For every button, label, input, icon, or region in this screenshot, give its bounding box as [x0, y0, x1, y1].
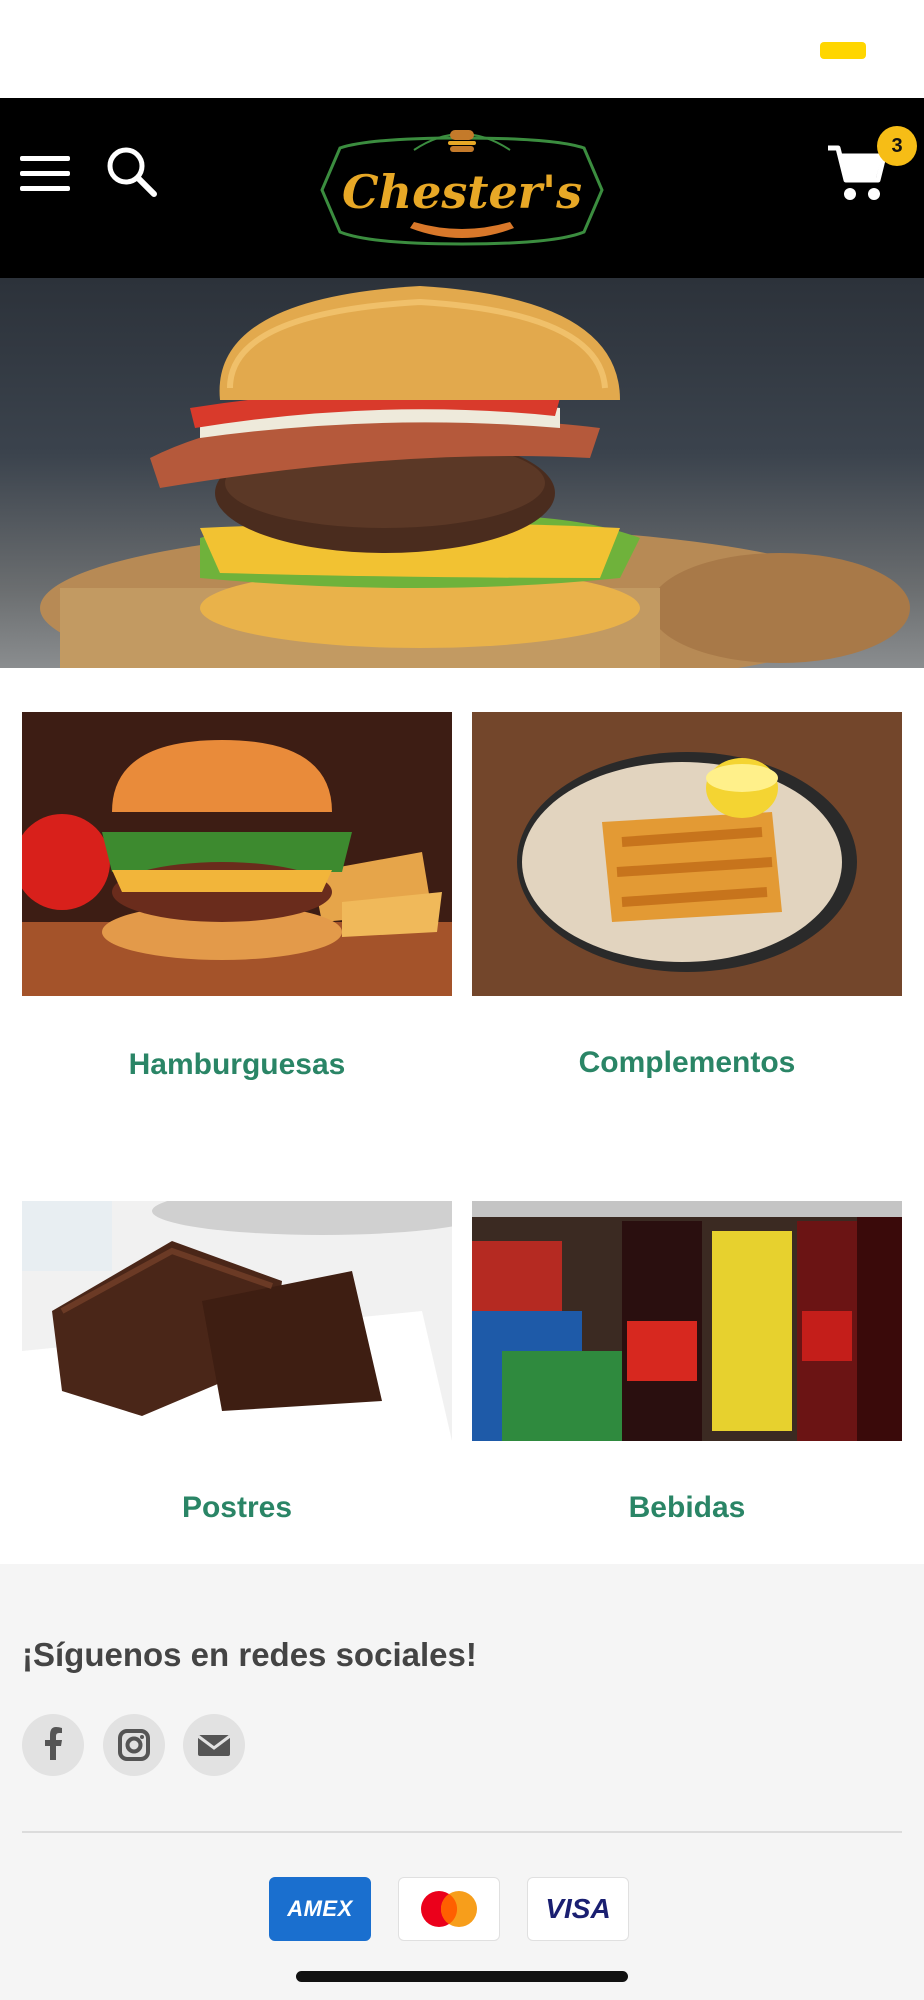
visa-badge: VISA [527, 1877, 629, 1941]
brand-logo[interactable]: Chester's [310, 120, 614, 256]
complementos-image [472, 712, 902, 996]
status-indicator [820, 42, 866, 59]
social-follow-title: ¡Síguenos en redes sociales! [22, 1636, 477, 1673]
category-label-complementos: Complementos [578, 1046, 796, 1079]
search-icon[interactable] [104, 144, 158, 198]
visa-label: VISA [545, 1893, 611, 1924]
cart-count-badge: 3 [877, 126, 917, 166]
postres-image [22, 1201, 452, 1441]
facebook-icon[interactable] [22, 1714, 84, 1776]
category-card-bebidas[interactable]: Bebidas [472, 1201, 902, 1524]
hamburguesas-image [22, 712, 452, 996]
category-card-complementos[interactable]: Complementos [472, 712, 902, 1079]
amex-label: AMEX [287, 1896, 353, 1921]
category-card-postres[interactable]: Postres [22, 1201, 452, 1524]
footer-divider [22, 1831, 902, 1833]
hamburger-menu-icon[interactable] [20, 152, 72, 192]
bebidas-image [472, 1201, 902, 1441]
brand-name: Chester's [342, 165, 582, 219]
status-bar [0, 0, 924, 98]
mastercard-icon [398, 1877, 500, 1941]
amex-badge: AMEX [269, 1877, 371, 1941]
instagram-icon[interactable] [103, 1714, 165, 1776]
email-icon[interactable] [183, 1714, 245, 1776]
category-label-postres: Postres [181, 1491, 293, 1524]
category-label-bebidas: Bebidas [628, 1491, 746, 1524]
category-label-hamburguesas: Hamburguesas [128, 1048, 346, 1081]
hero-burger-image [0, 278, 924, 668]
home-indicator [296, 1971, 628, 1982]
category-card-hamburguesas[interactable]: Hamburguesas [22, 712, 452, 1081]
